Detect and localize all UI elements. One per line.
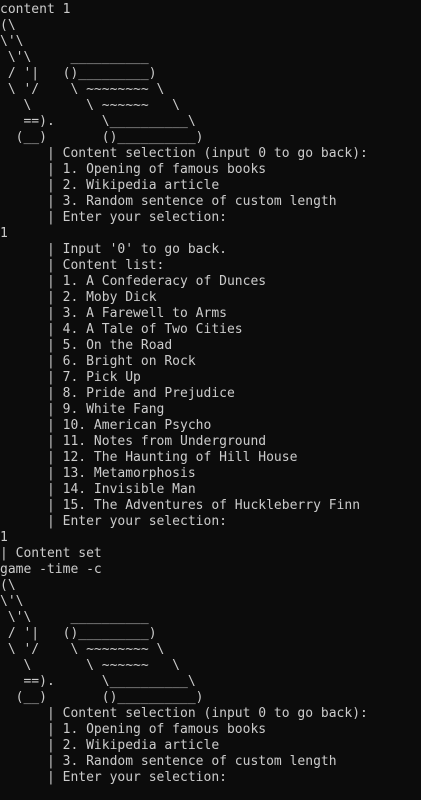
terminal-line: | 11. Notes from Underground — [0, 434, 267, 449]
terminal-line: 1 — [0, 530, 8, 545]
terminal-line: | 13. Metamorphosis — [0, 466, 196, 481]
terminal-line: | 4. A Tale of Two Cities — [0, 322, 243, 337]
terminal-line: | 2. Wikipedia article — [0, 178, 220, 193]
terminal-line: game -time -c — [0, 562, 102, 577]
terminal-line: | 7. Pick Up — [0, 370, 141, 385]
terminal-line: (\ — [0, 18, 16, 33]
terminal-line: | 6. Bright on Rock — [0, 354, 196, 369]
terminal-line: ==). \__________\ — [0, 114, 196, 129]
terminal-line: | 14. Invisible Man — [0, 482, 196, 497]
terminal-line: \'\ — [0, 594, 24, 609]
terminal-line: \ '/ \ ~~~~~~~~ \ — [0, 82, 165, 97]
terminal-line: | Content selection (input 0 to go back)… — [0, 146, 368, 161]
terminal-line: (__) ()__________) — [0, 130, 204, 145]
terminal-line: | Enter your selection: — [0, 210, 227, 225]
terminal-line: | 5. On the Road — [0, 338, 173, 353]
terminal-line: \'\ __________ — [0, 50, 149, 65]
terminal-line: | 1. A Confederacy of Dunces — [0, 274, 267, 289]
terminal-line: (__) ()__________) — [0, 690, 204, 705]
terminal-line: / '| ()_________) — [0, 66, 157, 81]
terminal-line: | 2. Moby Dick — [0, 290, 157, 305]
terminal-line: | 2. Wikipedia article — [0, 738, 220, 753]
terminal-line: | Content list: — [0, 258, 165, 273]
terminal-line: | Enter your selection: — [0, 514, 227, 529]
terminal-window[interactable]: content 1 (\ \'\ \'\ __________ / '| ()___… — [0, 0, 421, 800]
terminal-line: | Content set — [0, 546, 102, 561]
terminal-line: ==). \__________\ — [0, 674, 196, 689]
terminal-line: / '| ()_________) — [0, 626, 157, 641]
terminal-line: \ \ ~~~~~~ \ — [0, 98, 181, 113]
terminal-line: \ \ ~~~~~~ \ — [0, 658, 181, 673]
terminal-output: content 1 (\ \'\ \'\ __________ / '| ()___… — [0, 2, 368, 786]
terminal-line: | 10. American Psycho — [0, 418, 212, 433]
terminal-line: | 3. Random sentence of custom length — [0, 194, 337, 209]
terminal-line: | 1. Opening of famous books — [0, 722, 267, 737]
terminal-line: | 1. Opening of famous books — [0, 162, 267, 177]
terminal-line: | 3. A Farewell to Arms — [0, 306, 227, 321]
terminal-line: content 1 — [0, 2, 71, 17]
terminal-line: \'\ — [0, 34, 24, 49]
terminal-line: | Input '0' to go back. — [0, 242, 227, 257]
terminal-line: | 15. The Adventures of Huckleberry Finn — [0, 498, 361, 513]
terminal-line: | 9. White Fang — [0, 402, 165, 417]
terminal-line: \'\ __________ — [0, 610, 149, 625]
terminal-line: | Enter your selection: — [0, 770, 227, 785]
terminal-line: | 12. The Haunting of Hill House — [0, 450, 298, 465]
terminal-line: | 3. Random sentence of custom length — [0, 754, 337, 769]
terminal-line: | 8. Pride and Prejudice — [0, 386, 235, 401]
terminal-line: | Content selection (input 0 to go back)… — [0, 706, 368, 721]
terminal-line: 1 — [0, 226, 8, 241]
terminal-line: \ '/ \ ~~~~~~~~ \ — [0, 642, 165, 657]
terminal-line: (\ — [0, 578, 16, 593]
